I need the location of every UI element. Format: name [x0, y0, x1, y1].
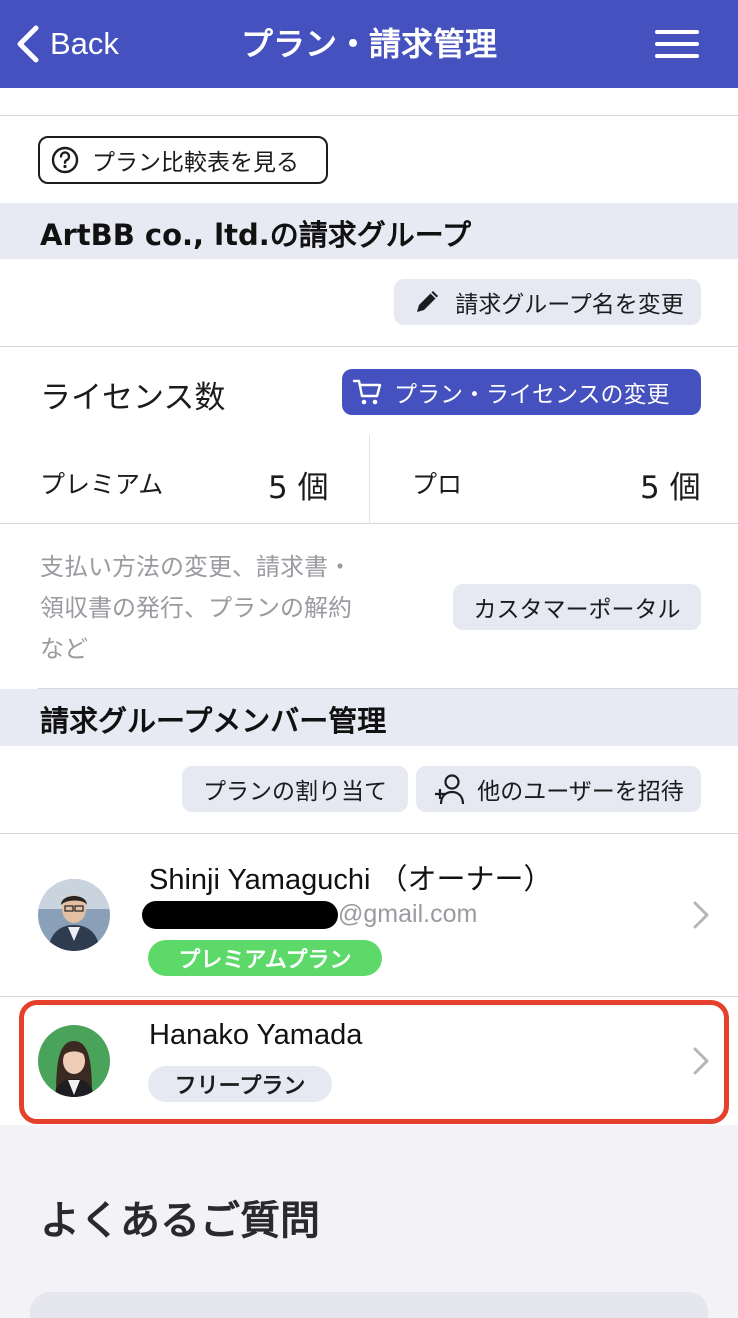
plan-compare-label: プラン比較表を見る — [92, 150, 299, 176]
question-circle-icon — [51, 146, 79, 174]
member-name: Shinji Yamaguchi （オーナー） — [149, 864, 553, 896]
change-license-label: プラン・ライセンスの変更 — [394, 382, 670, 408]
invite-user-label: 他のユーザーを招待 — [477, 779, 684, 805]
plan-premium-count: 5 個 — [268, 470, 329, 506]
portal-description-line: 領収書の発行、プランの解約 — [40, 594, 352, 622]
avatar — [38, 879, 110, 951]
pencil-icon — [417, 291, 439, 312]
assign-plan-button[interactable]: プランの割り当て — [182, 766, 408, 812]
faq-card[interactable] — [30, 1292, 708, 1318]
hamburger-menu-icon[interactable] — [652, 26, 702, 62]
column-divider — [369, 435, 370, 523]
invite-user-button[interactable]: 他のユーザーを招待 — [416, 766, 701, 812]
add-user-icon — [435, 774, 465, 805]
customer-portal-button[interactable]: カスタマーポータル — [453, 584, 701, 630]
plan-compare-button[interactable]: プラン比較表を見る — [38, 136, 328, 184]
plan-pro-count: 5 個 — [640, 470, 701, 506]
change-license-button[interactable]: プラン・ライセンスの変更 — [342, 369, 701, 415]
plan-pro-name: プロ — [412, 470, 463, 499]
portal-description-line: など — [40, 635, 88, 663]
portal-description: 支払い方法の変更、請求書・ 領収書の発行、プランの解約 など — [40, 547, 352, 670]
plan-badge: プレミアムプラン — [148, 940, 382, 976]
divider — [0, 346, 738, 347]
email-redaction — [142, 901, 338, 929]
portal-description-line: 支払い方法の変更、請求書・ — [40, 553, 352, 581]
faq-title: よくあるご質問 — [40, 1198, 320, 1244]
divider — [0, 115, 738, 116]
rename-group-button[interactable]: 請求グループ名を変更 — [394, 279, 701, 325]
member-email-suffix: @gmail.com — [338, 900, 478, 928]
chevron-right-icon — [693, 901, 709, 929]
billing-group-title: ArtBB co., ltd.の請求グループ — [40, 218, 471, 252]
plan-premium-name: プレミアム — [40, 470, 164, 499]
highlight-frame — [19, 1000, 729, 1124]
rename-group-label: 請求グループ名を変更 — [455, 292, 684, 318]
members-title: 請求グループメンバー管理 — [40, 704, 387, 738]
page-title: プラン・請求管理 — [240, 25, 497, 63]
divider — [0, 523, 738, 524]
license-count-label: ライセンス数 — [40, 380, 226, 416]
cart-icon — [352, 379, 382, 405]
